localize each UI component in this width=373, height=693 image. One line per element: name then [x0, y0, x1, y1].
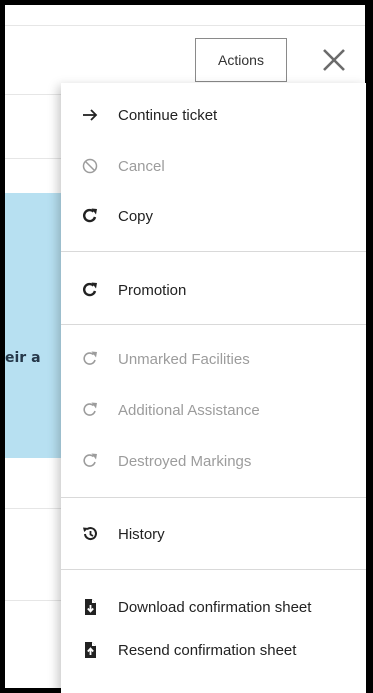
file-download-icon: [81, 598, 99, 616]
redo-icon: [81, 207, 99, 225]
file-upload-icon: [81, 641, 99, 659]
menu-item-label: Unmarked Facilities: [118, 350, 250, 368]
arrow-right-icon: [81, 106, 99, 124]
redo-icon: [81, 281, 99, 299]
menu-separator: [61, 324, 366, 325]
redo-icon: [81, 452, 99, 470]
redo-icon: [81, 401, 99, 419]
actions-button[interactable]: Actions: [195, 38, 287, 82]
menu-item-download-confirmation-sheet[interactable]: Download confirmation sheet: [61, 587, 366, 627]
menu-item-label: Promotion: [118, 281, 187, 299]
menu-item-unmarked-facilities[interactable]: Unmarked Facilities: [61, 339, 366, 379]
actions-menu: Continue ticket Cancel Copy Promotion Un…: [61, 83, 366, 693]
menu-separator: [61, 569, 366, 570]
menu-item-history[interactable]: History: [61, 514, 366, 554]
menu-item-label: Copy: [118, 207, 154, 225]
menu-item-label: Resend confirmation sheet: [118, 641, 297, 659]
menu-item-label: Download confirmation sheet: [118, 598, 312, 616]
history-icon: [81, 525, 99, 543]
menu-item-promotion[interactable]: Promotion: [61, 270, 366, 310]
divider: [5, 25, 365, 26]
menu-item-label: Destroyed Markings: [118, 452, 252, 470]
menu-item-copy[interactable]: Copy: [61, 196, 366, 236]
menu-item-label: Continue ticket: [118, 106, 218, 124]
menu-item-resend-confirmation-sheet[interactable]: Resend confirmation sheet: [61, 630, 366, 670]
menu-item-cancel[interactable]: Cancel: [61, 146, 366, 186]
menu-item-label: Cancel: [118, 157, 165, 175]
menu-item-label: Additional Assistance: [118, 401, 260, 419]
menu-item-label: History: [118, 525, 165, 543]
menu-item-destroyed-markings[interactable]: Destroyed Markings: [61, 441, 366, 481]
close-icon[interactable]: [317, 43, 351, 77]
info-panel-text: eir a: [5, 350, 41, 366]
menu-item-continue-ticket[interactable]: Continue ticket: [61, 95, 366, 135]
menu-item-additional-assistance[interactable]: Additional Assistance: [61, 390, 366, 430]
redo-icon: [81, 350, 99, 368]
menu-separator: [61, 251, 366, 252]
menu-separator: [61, 497, 366, 498]
ban-icon: [81, 157, 99, 175]
